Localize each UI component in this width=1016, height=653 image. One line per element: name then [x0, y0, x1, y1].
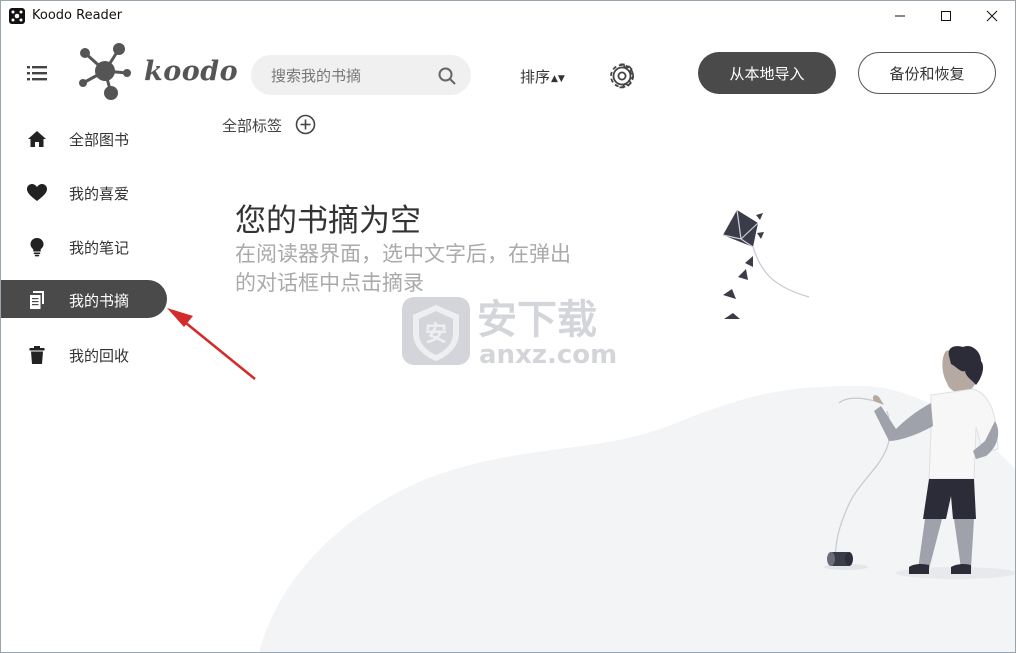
person-figure-icon: [872, 345, 1015, 579]
all-tags-label[interactable]: 全部标签: [222, 115, 282, 136]
home-icon: [28, 131, 46, 147]
app-logo-icon: [9, 8, 25, 24]
heart-icon: [27, 184, 47, 201]
sidebar-item-trash[interactable]: 我的回收: [1, 335, 167, 373]
window-title: Koodo Reader: [32, 8, 123, 23]
sidebar-item-label: 我的喜爱: [69, 185, 130, 203]
menu-icon[interactable]: [27, 65, 47, 81]
copy-icon: [30, 291, 44, 309]
sort-arrows-icon: ▲▼: [551, 74, 565, 84]
logo-text: koodo: [144, 56, 239, 87]
sidebar-item-all-books[interactable]: 全部图书: [1, 119, 167, 157]
empty-title: 您的书摘为空: [235, 203, 421, 239]
trash-icon: [29, 346, 45, 364]
sidebar-item-label: 我的笔记: [69, 239, 130, 257]
search-icon[interactable]: [437, 66, 457, 86]
add-tag-icon[interactable]: [295, 114, 316, 135]
watermark-logo: 安 安下载 anxz.com: [402, 297, 616, 369]
sidebar-item-label: 我的书摘: [69, 292, 130, 310]
backup-restore-button[interactable]: 备份和恢复: [858, 52, 996, 94]
close-icon: [986, 10, 998, 22]
sidebar-item-label: 全部图书: [69, 131, 130, 149]
minimize-button[interactable]: [877, 1, 923, 31]
lightbulb-icon: [30, 238, 44, 257]
app-window: Koodo Reader koodo 搜索我的书摘 排序▲▼ 从本地导入 备份和…: [0, 0, 1016, 653]
title-bar: Koodo Reader: [1, 1, 1015, 31]
empty-description-line: 在阅读器界面，选中文字后，在弹出: [235, 242, 571, 266]
sidebar-item-notes[interactable]: 我的笔记: [1, 227, 167, 265]
watermark-domain: anxz.com: [479, 340, 616, 369]
search-input[interactable]: 搜索我的书摘: [271, 65, 361, 86]
search-box[interactable]: 搜索我的书摘: [251, 55, 471, 95]
watermark-title: 安下载: [477, 297, 597, 343]
sidebar-item-excerpts[interactable]: 我的书摘: [1, 280, 167, 318]
sort-label: 排序: [520, 68, 551, 86]
watermark-shield-text: 安: [425, 321, 447, 347]
spool-icon: [824, 552, 868, 570]
import-local-button[interactable]: 从本地导入: [698, 52, 836, 94]
sidebar-item-favorites[interactable]: 我的喜爱: [1, 173, 167, 211]
close-button[interactable]: [969, 1, 1015, 31]
maximize-button[interactable]: [923, 1, 969, 31]
minimize-icon: [895, 15, 905, 17]
maximize-icon: [941, 11, 951, 21]
sort-button[interactable]: 排序▲▼: [520, 66, 565, 87]
gear-icon[interactable]: [609, 63, 635, 89]
kite-icon: [722, 209, 810, 319]
koodo-logo-icon: [79, 43, 131, 100]
sidebar-item-label: 我的回收: [69, 347, 130, 365]
